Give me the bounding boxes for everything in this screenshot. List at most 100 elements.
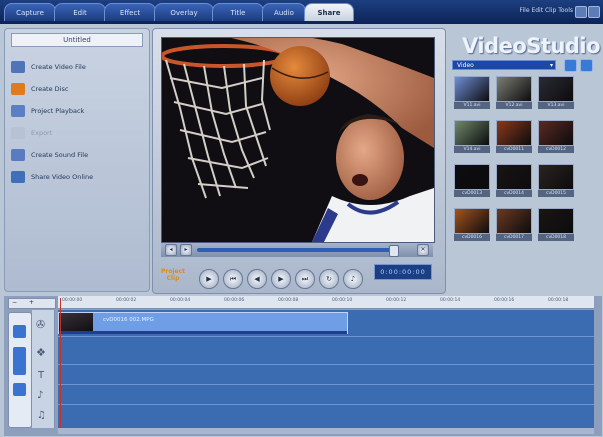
library-options-icon[interactable] — [580, 59, 593, 72]
expand-icon[interactable]: ✕ — [417, 244, 429, 256]
thumbnail-image — [538, 208, 574, 234]
home-icon[interactable]: ⏮ — [223, 269, 243, 289]
library-thumbnail[interactable]: V12.avi — [496, 76, 532, 110]
previous-frame-icon[interactable]: ◀ — [247, 269, 267, 289]
library-thumbnail[interactable]: cvD0018 — [538, 208, 574, 242]
thumbnail-image — [454, 208, 490, 234]
library-thumbnail[interactable]: cvD0011 — [496, 120, 532, 154]
panel-header: Untitled — [11, 33, 143, 47]
overlay-track-icon: ❖ — [36, 346, 46, 359]
ruler-tick: 00:00:18 — [548, 298, 569, 303]
globe-icon — [11, 171, 25, 183]
film-icon — [11, 61, 25, 73]
menu-info[interactable]: File Edit Clip Tools — [520, 7, 574, 14]
trim-end-icon[interactable]: ▸ — [180, 244, 192, 256]
library-category-value: Video — [457, 62, 474, 69]
library-thumbnail[interactable]: V13.avi — [538, 76, 574, 110]
playhead[interactable] — [60, 298, 61, 428]
track-divider — [58, 336, 594, 337]
chevron-down-icon: ▾ — [549, 62, 553, 69]
tab-title[interactable]: Title — [212, 3, 264, 21]
video-preview-screen[interactable] — [161, 37, 435, 243]
volume-icon[interactable]: ♪ — [343, 269, 363, 289]
option-project-playback[interactable]: Project Playback — [11, 101, 145, 121]
audio-view-icon[interactable] — [13, 383, 26, 396]
tab-capture[interactable]: Capture — [4, 3, 56, 21]
tab-edit[interactable]: Edit — [54, 3, 106, 21]
zoom-out-icon[interactable]: − — [12, 299, 17, 306]
project-clip-mode-toggle[interactable]: Project Clip — [158, 268, 188, 282]
storyboard-view-icon[interactable] — [13, 325, 26, 338]
seek-bar: ◂ ▸ ✕ — [161, 243, 433, 257]
tab-effect[interactable]: Effect — [104, 3, 156, 21]
repeat-icon[interactable]: ↻ — [319, 269, 339, 289]
library-thumbnail[interactable]: cvD0014 — [496, 164, 532, 198]
option-label: Project Playback — [31, 107, 85, 115]
ruler-tick: 00:00:10 — [332, 298, 353, 303]
play-icon[interactable]: ▶ — [199, 269, 219, 289]
clip-audio-bar — [59, 331, 347, 334]
library-thumbnail[interactable]: cvD0013 — [454, 164, 490, 198]
thumbnail-image — [454, 164, 490, 190]
timeline-view-icon[interactable] — [13, 347, 26, 375]
tab-overlay[interactable]: Overlay — [154, 3, 214, 21]
minimize-icon[interactable] — [575, 6, 587, 18]
next-frame-icon[interactable]: ▶ — [271, 269, 291, 289]
timeline-toolbar[interactable]: − + — [8, 298, 56, 309]
video-clip[interactable]: cvD0016 002.MPG — [58, 312, 348, 334]
library-thumbnail[interactable]: V11.avi — [454, 76, 490, 110]
library-thumbnail[interactable]: cvD0015 — [538, 164, 574, 198]
scrub-handle[interactable] — [389, 245, 399, 257]
thumbnail-caption: V14.avi — [454, 146, 490, 153]
thumbnail-image — [538, 76, 574, 102]
library-thumbnail[interactable]: cvD0017 — [496, 208, 532, 242]
tab-share[interactable]: Share — [304, 3, 354, 21]
time-ruler[interactable]: 00:00:00 00:00:02 00:00:04 00:00:06 00:00:08… — [58, 296, 594, 309]
timecode-display[interactable]: 0:00:00:00 — [374, 264, 432, 280]
end-icon[interactable]: ⏭ — [295, 269, 315, 289]
basketball-dunk-frame — [162, 38, 434, 242]
thumbnail-caption: cvD0017 — [496, 234, 532, 241]
clip-label: cvD0016 002.MPG — [103, 317, 154, 323]
track-divider — [58, 404, 594, 405]
track-divider — [58, 364, 594, 365]
option-create-disc[interactable]: Create Disc — [11, 79, 145, 99]
ruler-tick: 00:00:16 — [494, 298, 515, 303]
zoom-in-icon[interactable]: + — [29, 299, 34, 306]
timeline-tracks[interactable]: cvD0016 002.MPG — [58, 310, 594, 428]
library-thumbnail[interactable]: cvD0012 — [538, 120, 574, 154]
library-category-select[interactable]: Video ▾ — [452, 60, 556, 70]
top-tab-bar: Capture Edit Effect Overlay Title Audio Share … — [0, 0, 603, 24]
close-icon[interactable] — [588, 6, 600, 18]
trim-start-icon[interactable]: ◂ — [165, 244, 177, 256]
ruler-tick: 00:00:06 — [224, 298, 245, 303]
thumbnail-caption: cvD0016 — [454, 234, 490, 241]
thumbnail-image — [496, 208, 532, 234]
library-thumbnail[interactable]: cvD0016 — [454, 208, 490, 242]
clip-thumbnail — [59, 313, 93, 333]
timeline-scrollbar[interactable] — [58, 428, 594, 434]
thumbnail-caption: cvD0012 — [538, 146, 574, 153]
film-reel-icon: ✇ — [36, 318, 46, 331]
thumbnail-caption: cvD0015 — [538, 190, 574, 197]
thumbnail-caption: V12.avi — [496, 102, 532, 109]
thumbnail-caption: V11.avi — [454, 102, 490, 109]
thumbnail-caption: cvD0011 — [496, 146, 532, 153]
disc-icon — [11, 83, 25, 95]
thumbnail-caption: cvD0018 — [538, 234, 574, 241]
ruler-tick: 00:00:12 — [386, 298, 407, 303]
library-thumbnail[interactable]: V14.avi — [454, 120, 490, 154]
scrub-track[interactable] — [197, 248, 397, 252]
option-label: Export — [31, 129, 53, 137]
option-create-video-file[interactable]: Create Video File — [11, 57, 145, 77]
track-divider — [58, 384, 594, 385]
option-share-video-online[interactable]: Share Video Online — [11, 167, 145, 187]
tab-audio[interactable]: Audio — [262, 3, 306, 21]
ruler-tick: 00:00:08 — [278, 298, 299, 303]
title-track-icon: T — [38, 370, 45, 381]
folder-icon[interactable] — [564, 59, 577, 72]
option-create-sound-file[interactable]: Create Sound File — [11, 145, 145, 165]
preview-window: ◂ ▸ ✕ ▶ ⏮ ◀ ▶ ⏭ ↻ ♪ — [152, 28, 446, 294]
mode-label: Project Clip — [160, 268, 186, 282]
thumbnail-caption: cvD0014 — [496, 190, 532, 197]
